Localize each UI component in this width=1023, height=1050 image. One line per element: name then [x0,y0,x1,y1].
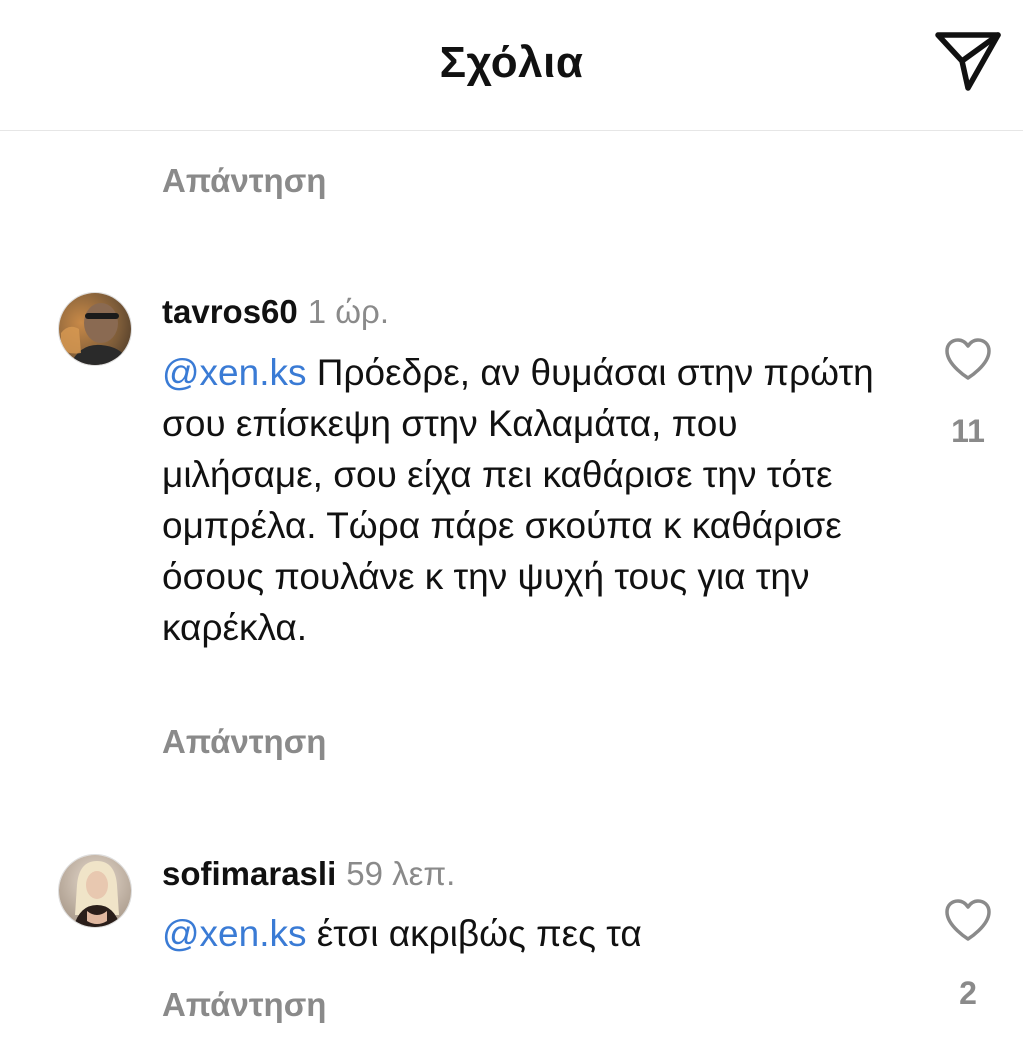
reply-button-previous[interactable]: Απάντηση [162,162,326,200]
comment-username[interactable]: sofimarasli [162,855,336,892]
heart-outline-icon [945,338,991,380]
like-button[interactable] [943,897,993,943]
comment-body: @xen.ks έτσι ακριβώς πες τα [162,908,902,959]
comment-meta: tavros60 1 ώρ. [162,293,389,331]
like-count: 11 [951,413,985,449]
comment-timestamp: 59 λεπ. [346,855,456,892]
user-photo-icon [59,293,131,365]
comment-body: @xen.ks Πρόεδρε, αν θυμάσαι στην πρώτη σ… [162,347,902,653]
avatar-sofimarasli[interactable] [58,854,132,928]
paper-plane-icon [935,32,1001,91]
comment-text: Πρόεδρε, αν θυμάσαι στην πρώτη σου επίσκ… [162,352,874,648]
comment-username[interactable]: tavros60 [162,293,298,330]
reply-button[interactable]: Απάντηση [162,723,326,761]
mention-link[interactable]: @xen.ks [162,913,307,954]
like-count: 2 [959,975,977,1011]
reply-button[interactable]: Απάντηση [162,986,326,1024]
header-bar: Σχόλια [0,0,1023,131]
comment-text: έτσι ακριβώς πες τα [306,913,642,954]
like-button[interactable] [943,336,993,382]
avatar-tavros60[interactable] [58,292,132,366]
page-title: Σχόλια [439,38,584,87]
comment-timestamp: 1 ώρ. [307,293,389,330]
share-button[interactable] [933,28,1003,94]
user-photo-icon [59,855,131,927]
truncated-previous-content [440,130,685,136]
heart-outline-icon [945,899,991,941]
mention-link[interactable]: @xen.ks [162,352,307,393]
comment-meta: sofimarasli 59 λεπ. [162,855,455,893]
